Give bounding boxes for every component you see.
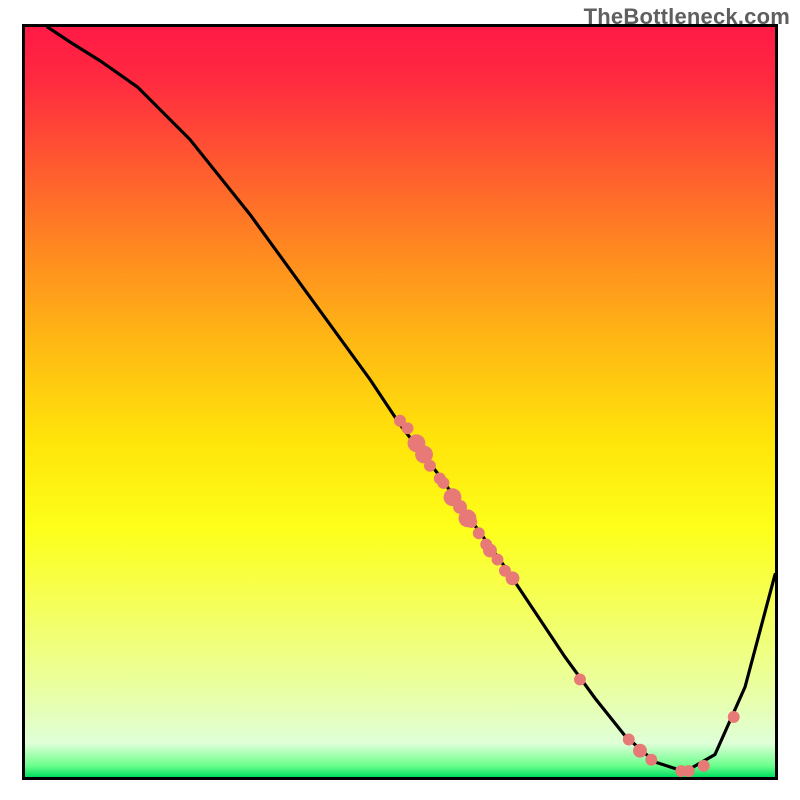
- scatter-point: [424, 460, 436, 472]
- plot-area: [22, 24, 778, 780]
- scatter-point: [506, 571, 520, 585]
- watermark-text: TheBottleneck.com: [584, 4, 790, 30]
- scatter-points: [394, 415, 740, 777]
- scatter-point: [728, 711, 740, 723]
- scatter-point: [465, 516, 477, 528]
- line-series-curve: [48, 27, 775, 772]
- scatter-point: [645, 754, 657, 766]
- scatter-point: [492, 554, 504, 566]
- scatter-point: [623, 734, 635, 746]
- scatter-point: [633, 744, 647, 758]
- scatter-point: [574, 674, 586, 686]
- scatter-point: [698, 760, 710, 772]
- scatter-point: [683, 765, 695, 777]
- chart-overlay: [25, 27, 775, 777]
- scatter-point: [402, 422, 414, 434]
- scatter-point: [473, 527, 485, 539]
- scatter-point: [438, 477, 450, 489]
